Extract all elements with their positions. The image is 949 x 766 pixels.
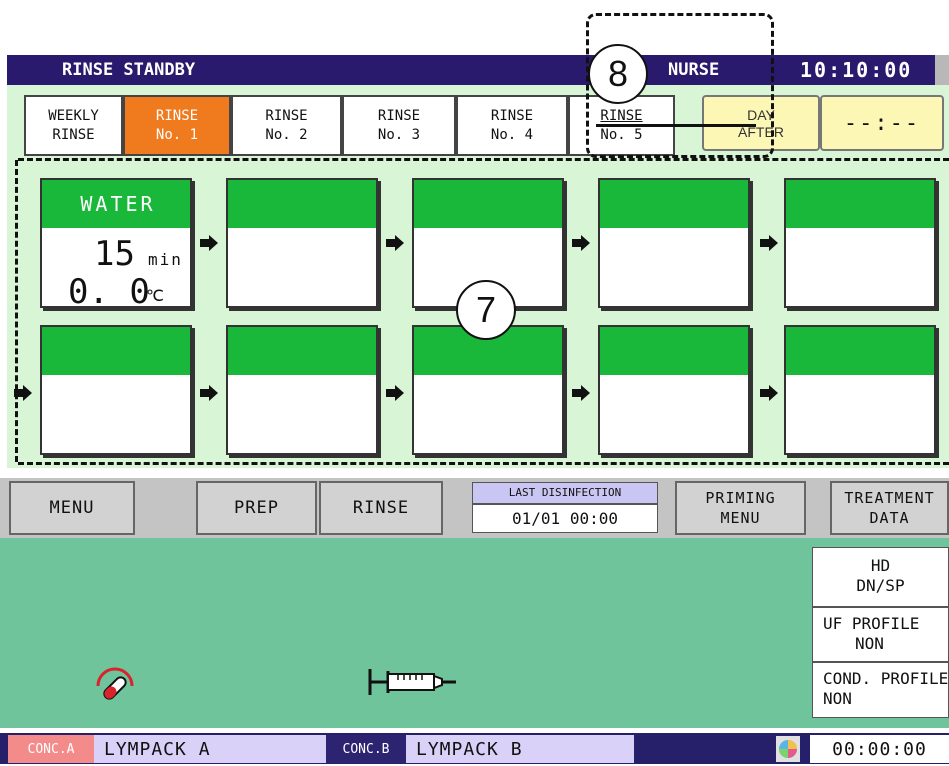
tab-rinse-4[interactable]: RINSE No. 4 [456, 95, 568, 156]
uf-profile-label: UF PROFILE [823, 614, 920, 633]
uf-profile-box[interactable]: UF PROFILE NON [812, 607, 949, 662]
clock-time: 10:10:00 [800, 58, 913, 82]
program-outline-bottom [18, 462, 949, 465]
schedule-time-value: --:-- [843, 111, 921, 136]
step-name: WATER [80, 192, 156, 216]
arrow-right-icon [200, 235, 218, 251]
tab-label-line1: RINSE [265, 108, 308, 124]
priming-menu-button[interactable]: PRIMING MENU [675, 481, 806, 535]
step-header [600, 327, 748, 375]
color-wheel-icon [776, 736, 800, 762]
cond-profile-label: COND. PROFILE [823, 669, 949, 688]
step-header [228, 180, 376, 228]
conc-a-label: CONC.A [8, 735, 94, 763]
treatment-data-button[interactable]: TREATMENT DATA [830, 481, 949, 535]
screen-title: RINSE STANDBY [62, 60, 196, 80]
arrow-right-icon [572, 385, 590, 401]
tab-label-line2: No. 4 [490, 127, 534, 143]
tab-label-line2: No. 1 [155, 127, 199, 143]
step-duration-value: 15 [94, 234, 135, 274]
arrow-right-icon [760, 385, 778, 401]
tab-label-line2: No. 3 [377, 127, 421, 143]
rinse-step-10[interactable] [784, 325, 936, 455]
priming-menu-line1: PRIMING [705, 489, 776, 507]
tab-label-line1: WEEKLY [48, 108, 99, 124]
rinse-step-7[interactable] [226, 325, 378, 455]
priming-menu-line2: MENU [720, 509, 761, 527]
prep-button[interactable]: PREP [196, 481, 317, 535]
arrow-right-icon [760, 235, 778, 251]
syringe-icon [366, 665, 458, 703]
arrow-right-icon [200, 385, 218, 401]
elapsed-timer: 00:00:00 [810, 735, 949, 763]
step-header [786, 327, 934, 375]
heparin-gauge-icon [92, 660, 138, 706]
rinse-step-1[interactable]: WATER 15 min 0. 0 ℃ [40, 178, 192, 312]
rinse-step-4[interactable] [598, 178, 750, 308]
conc-b-label: CONC.B [326, 735, 406, 763]
step-header [786, 180, 934, 228]
tab-rinse-2[interactable]: RINSE No. 2 [231, 95, 342, 156]
last-disinfection-value: 01/01 00:00 [472, 504, 658, 533]
rinse-step-6[interactable] [40, 325, 192, 455]
title-bar-end-block [935, 55, 949, 85]
cond-profile-box[interactable]: COND. PROFILE NON [812, 662, 949, 718]
arrow-right-icon [572, 235, 590, 251]
arrow-right-icon [386, 235, 404, 251]
treatment-mode-box[interactable]: HD DN/SP [812, 547, 949, 607]
tab-label-line1: RINSE [377, 108, 421, 124]
tab-weekly-rinse[interactable]: WEEKLY RINSE [24, 95, 123, 156]
step-header [600, 180, 748, 228]
arrow-right-icon [14, 385, 32, 401]
arrow-right-icon [386, 385, 404, 401]
tab-label-line1: RINSE [155, 108, 199, 124]
step-header [414, 180, 562, 228]
last-disinfection-label: LAST DISINFECTION [472, 482, 658, 504]
program-outline-top [18, 158, 949, 161]
rinse-button[interactable]: RINSE [319, 481, 443, 535]
step-temp-unit: ℃ [146, 286, 164, 305]
callout-8-marker: 8 [588, 44, 648, 104]
uf-profile-value: NON [855, 634, 884, 653]
tab-label-line2: No. 2 [265, 127, 308, 143]
mode-line1: HD [870, 556, 891, 575]
mode-line2: DN/SP [856, 576, 905, 595]
tab-rinse-1[interactable]: RINSE No. 1 [123, 95, 231, 156]
conc-b-value: LYMPACK B [406, 735, 634, 763]
rinse-step-8[interactable] [412, 325, 564, 455]
callout-7-marker: 7 [456, 280, 516, 340]
menu-button[interactable]: MENU [9, 481, 135, 535]
rinse-step-2[interactable] [226, 178, 378, 308]
step-duration-unit: min [148, 250, 183, 269]
step-header [228, 327, 376, 375]
tab-label-line1: RINSE [490, 108, 534, 124]
tab-rinse-3[interactable]: RINSE No. 3 [342, 95, 456, 156]
step-header [42, 327, 190, 375]
conc-a-value: LYMPACK A [94, 735, 326, 763]
status-area [0, 538, 949, 728]
treatment-data-line1: TREATMENT [844, 489, 935, 507]
tab-label-line2: RINSE [52, 127, 95, 143]
treatment-data-line2: DATA [869, 509, 910, 527]
rinse-step-5[interactable] [784, 178, 936, 308]
cond-profile-value: NON [823, 689, 852, 708]
callout-8-leader-line [596, 124, 756, 127]
step-temp-value: 0. 0 [68, 272, 150, 312]
program-outline-left [15, 160, 18, 462]
schedule-time-button[interactable]: --:-- [820, 95, 944, 151]
rinse-step-9[interactable] [598, 325, 750, 455]
